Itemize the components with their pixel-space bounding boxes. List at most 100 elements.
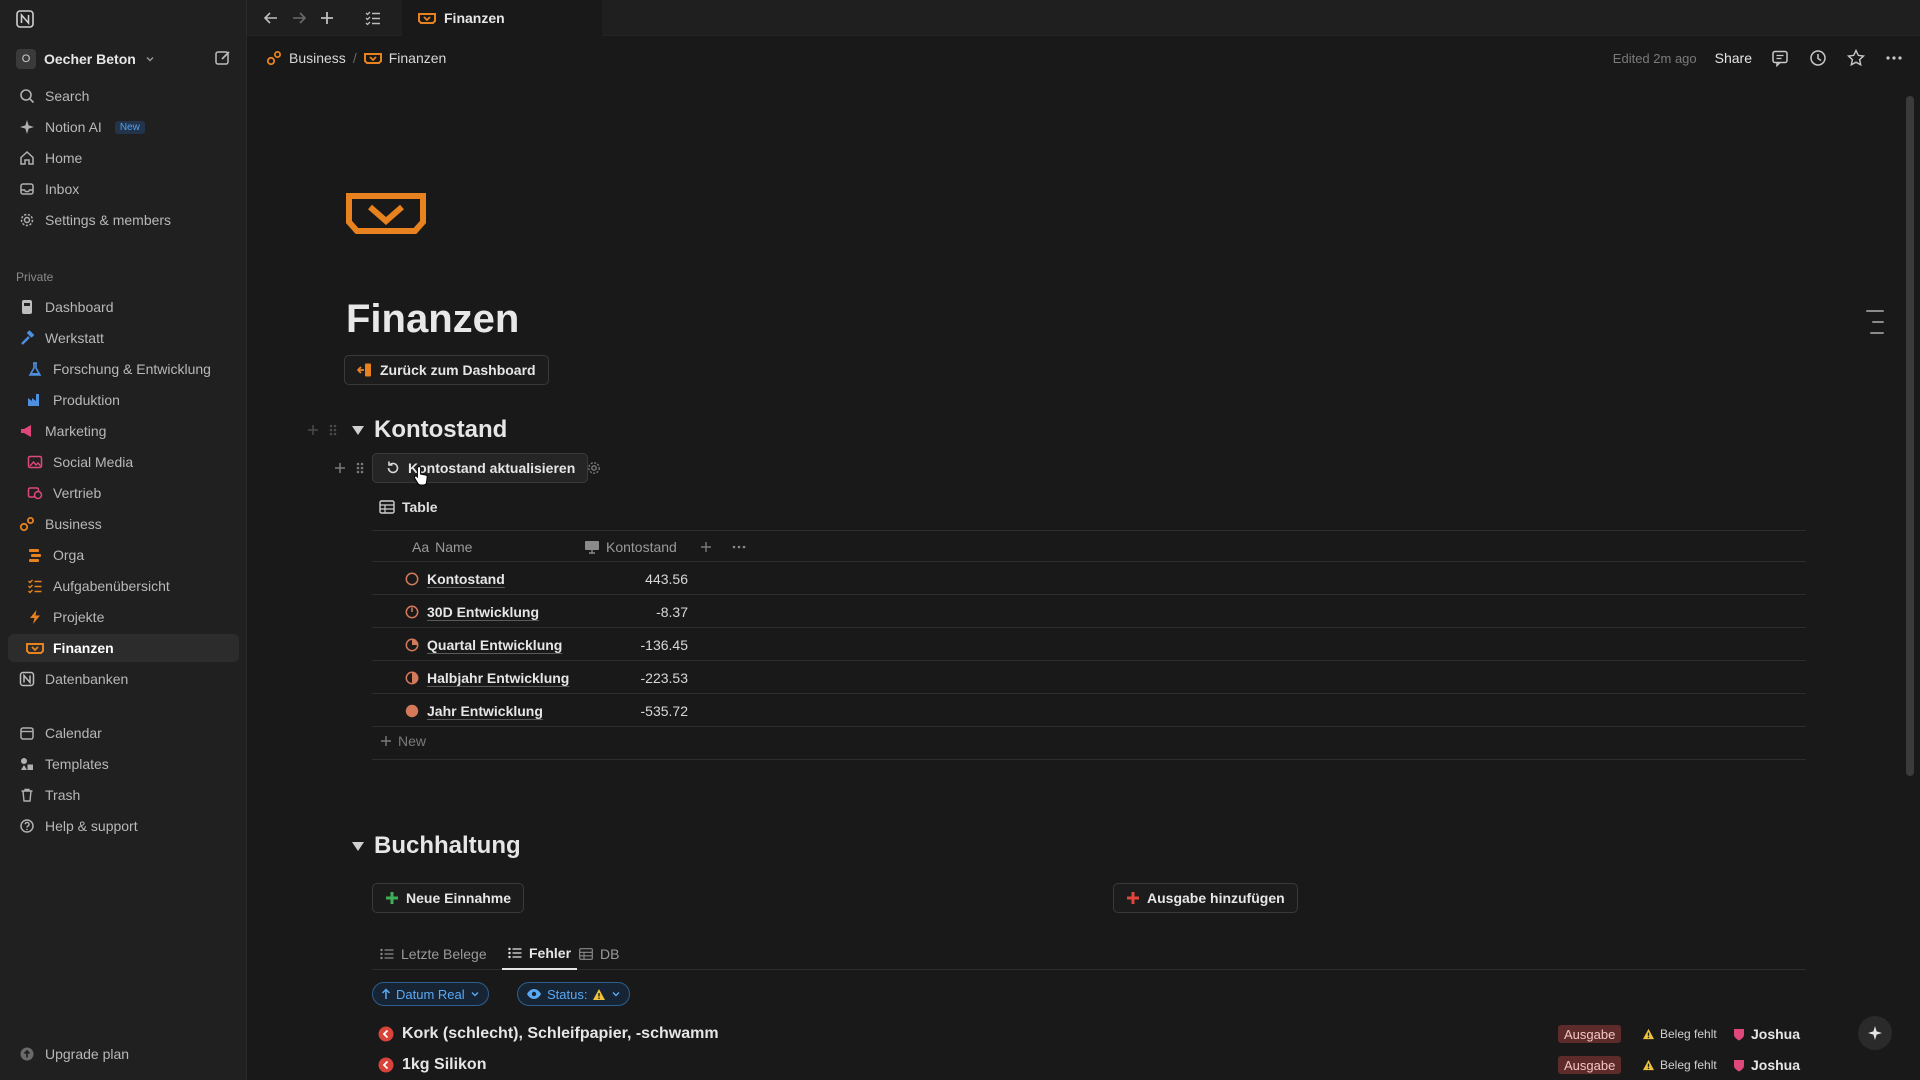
new-income-button[interactable]: Neue Einnahme (372, 883, 525, 913)
breadcrumb-business[interactable]: Business (289, 50, 346, 66)
warning-icon (592, 988, 606, 1001)
tab-db[interactable]: DB (579, 938, 619, 970)
sidebar-item-label: Search (45, 88, 90, 104)
column-header-name[interactable]: Aa Name (412, 531, 472, 563)
add-block-icon[interactable] (333, 460, 347, 476)
sidebar-item-home[interactable]: Home (8, 144, 239, 172)
row-name-cell[interactable]: Jahr Entwicklung (405, 694, 543, 727)
list-item[interactable]: 1kg Silikon Ausgabe Beleg fehlt Joshua (378, 1051, 1806, 1079)
sidebar-item-inbox[interactable]: Inbox (8, 175, 239, 203)
megaphone-icon (18, 422, 36, 440)
more-options-icon[interactable] (731, 531, 747, 563)
sidebar-item-orga[interactable]: Orga (8, 541, 239, 569)
comments-icon[interactable] (1770, 48, 1790, 68)
upgrade-plan-button[interactable]: Upgrade plan (8, 1040, 239, 1068)
star-icon[interactable] (1846, 48, 1866, 68)
refresh-balance-button[interactable]: Kontostand aktualisieren (372, 453, 589, 483)
page-cashbox-icon[interactable] (346, 192, 426, 236)
back-to-dashboard-button[interactable]: Zurück zum Dashboard (344, 355, 549, 385)
table-row[interactable]: 30D Entwicklung -8.37 (372, 595, 1806, 628)
sidebar-item-datenbanken[interactable]: Datenbanken (8, 665, 239, 693)
button-settings-gear-icon[interactable] (586, 460, 600, 476)
sidebar-item-vertrieb[interactable]: Vertrieb (8, 479, 239, 507)
sidebar-item-label: Business (45, 516, 102, 532)
list-item[interactable]: Kork (schlecht), Schleifpapier, -schwamm… (378, 1020, 1806, 1048)
add-property-icon[interactable] (699, 531, 713, 563)
tab-letzte-belege[interactable]: Letzte Belege (380, 938, 487, 970)
sidebar-item-social-media[interactable]: Social Media (8, 448, 239, 476)
tab-fehler[interactable]: Fehler (502, 938, 578, 970)
sidebar-item-label: Aufgabenübersicht (53, 578, 170, 594)
table-view-tab[interactable]: Table (379, 499, 438, 515)
drag-handle-icon[interactable] (326, 422, 340, 438)
history-icon[interactable] (1808, 48, 1828, 68)
row-value[interactable]: 443.56 (645, 562, 688, 595)
row-value[interactable]: -535.72 (641, 694, 688, 727)
sidebar-item-aufgaben[interactable]: Aufgabenübersicht (8, 572, 239, 600)
chevron-down-icon (611, 989, 621, 999)
ai-assistant-button[interactable] (1858, 1016, 1892, 1050)
column-header-kontostand[interactable]: Kontostand (584, 531, 677, 563)
person-name: Joshua (1751, 1026, 1801, 1042)
sidebar-item-notion-ai[interactable]: Notion AI New (8, 113, 239, 141)
sidebar-item-settings[interactable]: Settings & members (8, 206, 239, 234)
sidebar-item-werkstatt[interactable]: Werkstatt (8, 324, 239, 352)
back-button-label: Zurück zum Dashboard (380, 362, 536, 378)
warning-label: Beleg fehlt (1660, 1027, 1717, 1041)
section-toggle-kontostand[interactable]: Kontostand (352, 416, 507, 444)
chevron-down-icon (144, 53, 156, 65)
table-row[interactable]: Jahr Entwicklung -535.72 (372, 694, 1806, 727)
filter-status[interactable]: Status: (517, 982, 631, 1006)
sort-filter-datum[interactable]: Datum Real (372, 982, 489, 1006)
toggle-triangle-icon[interactable] (352, 841, 364, 851)
add-expense-button[interactable]: Ausgabe hinzufügen (1113, 883, 1298, 913)
tab-finanzen[interactable]: Finanzen (402, 0, 602, 36)
sidebar-item-finanzen[interactable]: Finanzen (8, 634, 239, 662)
row-name-cell[interactable]: Kontostand (405, 562, 505, 595)
table-row[interactable]: Halbjahr Entwicklung -223.53 (372, 661, 1806, 694)
workspace-switcher[interactable]: O Oecher Beton (16, 48, 156, 70)
page-scrollbar[interactable] (1906, 96, 1914, 776)
new-row-button[interactable]: New (380, 733, 426, 749)
row-value[interactable]: -136.45 (641, 628, 688, 661)
sidebar-item-search[interactable]: Search (8, 82, 239, 110)
sidebar-item-calendar[interactable]: Calendar (8, 719, 239, 747)
row-name-cell[interactable]: 30D Entwicklung (405, 595, 539, 628)
share-button[interactable]: Share (1715, 50, 1752, 66)
section-toggle-buchhaltung[interactable]: Buchhaltung (352, 832, 521, 860)
forward-arrow-icon[interactable] (289, 8, 309, 28)
table-of-contents-icon[interactable] (1866, 310, 1884, 343)
sidebar-item-trash[interactable]: Trash (8, 781, 239, 809)
row-value[interactable]: -8.37 (656, 595, 688, 628)
row-name-cell[interactable]: Halbjahr Entwicklung (405, 661, 569, 694)
sidebar-item-templates[interactable]: Templates (8, 750, 239, 778)
sidebar-item-business[interactable]: Business (8, 510, 239, 538)
toggle-triangle-icon[interactable] (352, 425, 364, 435)
new-tab-icon[interactable] (317, 8, 337, 28)
item-title-cell[interactable]: Kork (schlecht), Schleifpapier, -schwamm (378, 1020, 719, 1048)
section-label-private: Private (16, 270, 54, 284)
table-row[interactable]: Quartal Entwicklung -136.45 (372, 628, 1806, 661)
row-value[interactable]: -223.53 (641, 661, 688, 694)
row-name: Halbjahr Entwicklung (427, 669, 570, 686)
sidebar-item-dashboard[interactable]: Dashboard (8, 293, 239, 321)
new-page-icon[interactable] (213, 48, 233, 68)
drag-handle-icon[interactable] (353, 460, 367, 476)
item-title-cell[interactable]: 1kg Silikon (378, 1051, 486, 1079)
checklist-toggle-icon[interactable] (363, 8, 383, 28)
search-icon (18, 87, 36, 105)
page-title[interactable]: Finanzen (346, 297, 519, 342)
notion-logo-icon[interactable] (16, 10, 34, 28)
row-name-cell[interactable]: Quartal Entwicklung (405, 628, 562, 661)
sidebar-item-forschung[interactable]: Forschung & Entwicklung (8, 355, 239, 383)
sidebar-item-marketing[interactable]: Marketing (8, 417, 239, 445)
breadcrumb-finanzen[interactable]: Finanzen (389, 50, 447, 66)
more-options-icon[interactable] (1884, 48, 1904, 68)
sidebar-item-projekte[interactable]: Projekte (8, 603, 239, 631)
sidebar-item-produktion[interactable]: Produktion (8, 386, 239, 414)
table-row[interactable]: Kontostand 443.56 (372, 562, 1806, 595)
table-header: Aa Name Kontostand (372, 530, 1806, 562)
sidebar-item-help[interactable]: Help & support (8, 812, 239, 840)
back-arrow-icon[interactable] (261, 8, 281, 28)
add-block-icon[interactable] (306, 422, 320, 438)
